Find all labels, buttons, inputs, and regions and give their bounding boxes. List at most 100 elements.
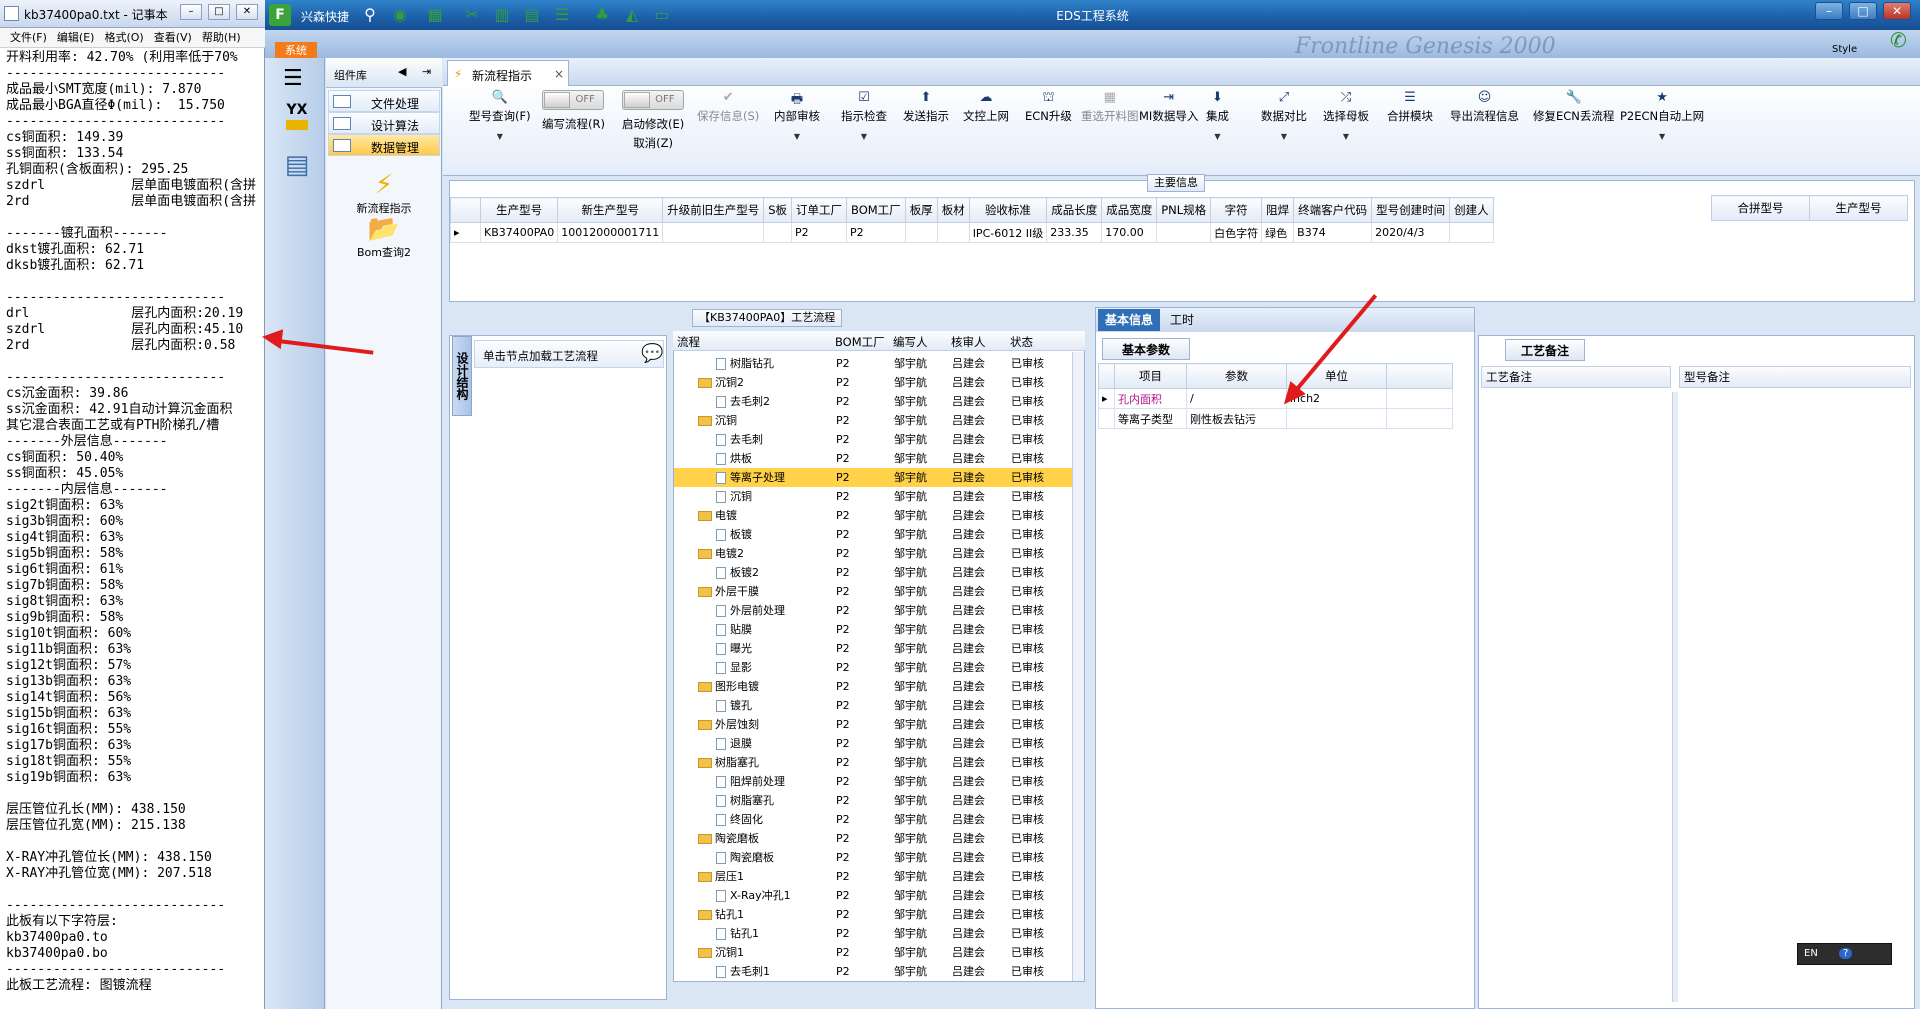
table-cell[interactable]: P2: [846, 222, 906, 243]
toolbar-button[interactable]: ⤮ 选择母板 ▼: [1323, 90, 1369, 141]
toolbar-button[interactable]: ✔ 保存信息(S): [697, 90, 759, 124]
notepad-text-area[interactable]: 开料利用率: 42.70% (利用率低于70% -----------------…: [6, 50, 265, 1009]
table-cell[interactable]: 绿色: [1261, 222, 1295, 243]
toolbar-button[interactable]: ★ P2ECN自动上网 ▼: [1620, 90, 1704, 141]
tree-scrollbar[interactable]: [1072, 352, 1084, 981]
menu-item[interactable]: 文件(F): [10, 28, 47, 47]
table-row[interactable]: ▸ KB37400PA0 10012000001711 P2 P2 IPC-6012 II…: [450, 222, 1494, 243]
column-header[interactable]: BOM工厂: [846, 197, 906, 223]
column-header[interactable]: 成品长度: [1046, 197, 1103, 223]
toolbar-button[interactable]: ☺ 导出流程信息: [1450, 90, 1519, 124]
column-header[interactable]: 订单工厂: [791, 197, 848, 223]
tree-row[interactable]: X-Ray冲孔1 P2 邹宇航 吕建会 已审核: [674, 886, 1084, 905]
column-header[interactable]: 生产型号: [1809, 195, 1908, 221]
table-cell[interactable]: [936, 222, 970, 243]
close-icon[interactable]: ✕: [236, 4, 258, 20]
toolbar-button[interactable]: ⤢ 数据对比 ▼: [1261, 90, 1307, 141]
table-cell[interactable]: 2020/4/3: [1371, 222, 1451, 243]
tree-row[interactable]: 电镀2 P2 邹宇航 吕建会 已审核: [674, 544, 1084, 563]
toggle-switch[interactable]: OFF: [542, 90, 605, 110]
toolbar-button[interactable]: OFF 编写流程(R): [542, 90, 605, 132]
close-icon[interactable]: ✕: [1883, 2, 1911, 20]
tree-row[interactable]: 贴膜 P2 邹宇航 吕建会 已审核: [674, 620, 1084, 639]
toolbar-button[interactable]: ⬇ 集成 ▼: [1206, 90, 1229, 141]
maximize-icon[interactable]: □: [208, 4, 230, 20]
tree-row[interactable]: 沉铜2 P2 邹宇航 吕建会 已审核: [674, 373, 1084, 392]
notes-scrollbar[interactable]: [1672, 392, 1678, 1002]
tree-row[interactable]: 树脂塞孔 P2 邹宇航 吕建会 已审核: [674, 791, 1084, 810]
tree-row[interactable]: 层压1 P2 邹宇航 吕建会 已审核: [674, 867, 1084, 886]
column-header[interactable]: 板材: [936, 197, 970, 223]
table-cell[interactable]: [1156, 222, 1212, 243]
minimize-icon[interactable]: –: [180, 4, 202, 20]
pin-icon[interactable]: ⇥: [422, 65, 431, 78]
toolbar-button[interactable]: 🔧 修复ECN丢流程: [1533, 90, 1614, 124]
tab-process-notes[interactable]: 工艺备注: [1505, 339, 1585, 361]
tree-row[interactable]: 去毛刺 P2 邹宇航 吕建会 已审核: [674, 430, 1084, 449]
menu-item[interactable]: 格式(O): [104, 28, 143, 47]
table-cell[interactable]: IPC-6012 II级: [968, 222, 1048, 243]
menu-item[interactable]: 帮助(H): [202, 28, 241, 47]
tree-row[interactable]: 去毛刺1 P2 邹宇航 吕建会 已审核: [674, 962, 1084, 981]
dropdown-arrow-icon[interactable]: ▼: [1261, 132, 1307, 141]
table-cell[interactable]: [763, 222, 793, 243]
tab-basic-params[interactable]: 基本参数: [1102, 338, 1190, 360]
tree-row[interactable]: 终固化 P2 邹宇航 吕建会 已审核: [674, 810, 1084, 829]
tab-new-process[interactable]: ⚡ 新流程指示 ×: [447, 60, 569, 86]
column-header[interactable]: 编写人: [893, 334, 928, 350]
column-header[interactable]: 字符: [1210, 197, 1263, 223]
phone-icon[interactable]: ✆: [1890, 28, 1907, 52]
column-header[interactable]: PNL规格: [1156, 197, 1212, 223]
table-cell[interactable]: B374: [1293, 222, 1373, 243]
toolbar-button[interactable]: ⬆ 发送指示: [903, 90, 949, 124]
dropdown-arrow-icon[interactable]: ▼: [1620, 132, 1704, 141]
yx-tool-icon[interactable]: YX: [277, 102, 317, 142]
tree-row[interactable]: 显影 P2 邹宇航 吕建会 已审核: [674, 658, 1084, 677]
table-cell[interactable]: [1449, 222, 1494, 243]
component-item[interactable]: 文件处理: [328, 90, 440, 112]
column-header[interactable]: 终端客户代码: [1293, 197, 1373, 223]
column-header[interactable]: 项目: [1114, 363, 1187, 389]
big-icon-button[interactable]: ⚡ 新流程指示: [326, 170, 442, 216]
dropdown-arrow-icon[interactable]: ▼: [469, 132, 531, 141]
table-cell[interactable]: 白色字符: [1210, 222, 1263, 243]
calculator-icon[interactable]: ▤: [277, 150, 317, 190]
table-cell[interactable]: 170.00: [1101, 222, 1158, 243]
column-header[interactable]: 升级前旧生产型号: [662, 197, 765, 223]
column-header[interactable]: 合拼型号: [1711, 195, 1810, 221]
dropdown-arrow-icon[interactable]: ▼: [1323, 132, 1369, 141]
maximize-icon[interactable]: □: [1849, 2, 1877, 20]
tree-row[interactable]: 板镀 P2 邹宇航 吕建会 已审核: [674, 525, 1084, 544]
tab-work-hours[interactable]: 工时: [1162, 309, 1202, 331]
table-cell[interactable]: [904, 222, 938, 243]
tree-row[interactable]: 图形电镀 P2 邹宇航 吕建会 已审核: [674, 677, 1084, 696]
tab-design-structure[interactable]: 设计结构: [452, 336, 472, 416]
help-icon[interactable]: ?: [1839, 948, 1853, 959]
tree-row[interactable]: 板镀2 P2 邹宇航 吕建会 已审核: [674, 563, 1084, 582]
toolbar-button[interactable]: ▦ 重选开料图: [1081, 90, 1139, 124]
table-cell[interactable]: [662, 222, 765, 243]
column-header[interactable]: 核审人: [951, 334, 986, 350]
table-cell[interactable]: 233.35: [1046, 222, 1103, 243]
column-header[interactable]: 参数: [1186, 363, 1287, 389]
close-tab-icon[interactable]: ×: [554, 67, 564, 81]
tree-row[interactable]: 沉铜 P2 邹宇航 吕建会 已审核: [674, 411, 1084, 430]
toolbar-button[interactable]: ⇥ MI数据导入: [1139, 90, 1198, 124]
column-header[interactable]: 流程: [677, 334, 700, 350]
column-header[interactable]: 状态: [1010, 334, 1033, 350]
big-icon-button[interactable]: 📂 Bom查询2: [326, 214, 442, 260]
column-header[interactable]: 新生产型号: [557, 197, 664, 223]
tree-row[interactable]: 钻孔1 P2 邹宇航 吕建会 已审核: [674, 905, 1084, 924]
tree-row[interactable]: 电镀 P2 邹宇航 吕建会 已审核: [674, 506, 1084, 525]
component-item[interactable]: 设计算法: [328, 112, 440, 134]
toolbar-button[interactable]: 🔍 型号查询(F) ▼: [469, 90, 531, 141]
tree-row[interactable]: 阻焊前处理 P2 邹宇航 吕建会 已审核: [674, 772, 1084, 791]
dropdown-arrow-icon[interactable]: ▼: [1206, 132, 1229, 141]
column-header[interactable]: 阻焊: [1261, 197, 1295, 223]
tree-row[interactable]: 镀孔 P2 邹宇航 吕建会 已审核: [674, 696, 1084, 715]
tree-row[interactable]: 沉铜 P2 邹宇航 吕建会 已审核: [674, 487, 1084, 506]
column-header[interactable]: 生产型号: [479, 197, 559, 223]
tree-row[interactable]: 等离子处理 P2 邹宇航 吕建会 已审核: [674, 468, 1084, 487]
dropdown-arrow-icon[interactable]: ▼: [774, 132, 820, 141]
table-cell[interactable]: 10012000001711: [557, 222, 664, 243]
